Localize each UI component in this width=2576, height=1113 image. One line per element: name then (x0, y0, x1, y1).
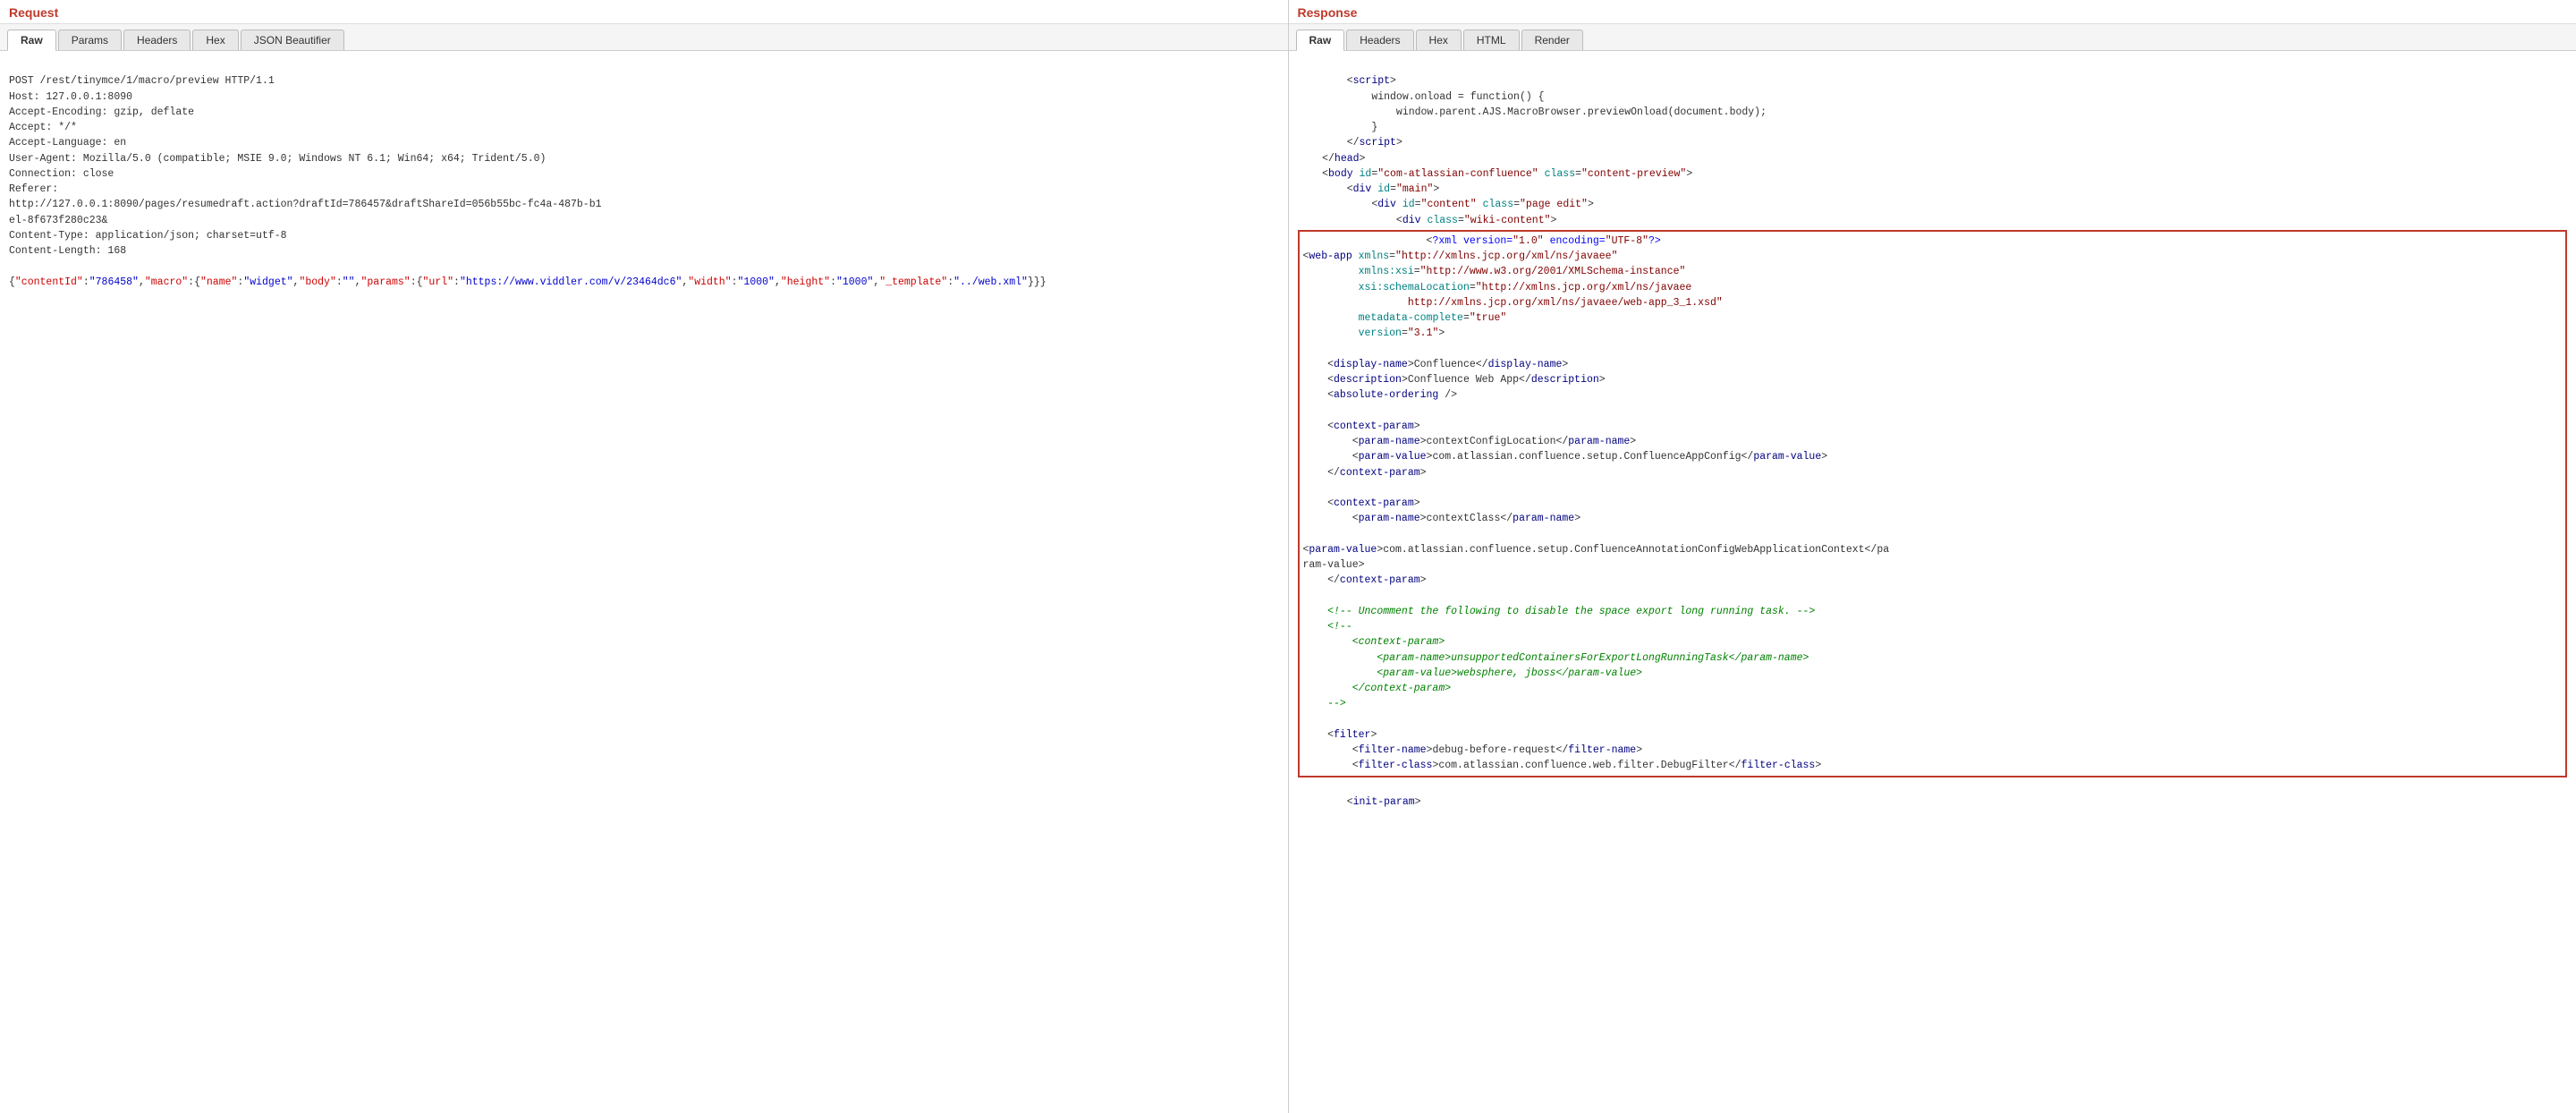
request-tabs-row: Raw Params Headers Hex JSON Beautifier (0, 24, 1288, 51)
response-post-highlight: <init-param> (1298, 796, 1421, 808)
response-pre-highlight: <script> window.onload = function() { wi… (1298, 75, 1767, 225)
tab-raw-response[interactable]: Raw (1296, 30, 1345, 51)
response-highlighted-block: <?xml version="1.0" encoding="UTF-8"?> <… (1298, 230, 2568, 777)
tab-hex-request[interactable]: Hex (192, 30, 238, 50)
tab-params-request[interactable]: Params (58, 30, 122, 50)
response-panel-title: Response (1289, 0, 2576, 24)
tab-hex-response[interactable]: Hex (1416, 30, 1462, 50)
tab-html-response[interactable]: HTML (1463, 30, 1520, 50)
response-tabs-row: Raw Headers Hex HTML Render (1289, 24, 2576, 51)
response-content-area: <script> window.onload = function() { wi… (1289, 51, 2576, 1113)
request-line-1: POST /rest/tinymce/1/macro/preview HTTP/… (9, 75, 602, 257)
request-content-area: POST /rest/tinymce/1/macro/preview HTTP/… (0, 51, 1288, 1113)
request-panel-title: Request (0, 0, 1288, 24)
tab-raw-request[interactable]: Raw (7, 30, 56, 51)
response-panel: Response Raw Headers Hex HTML Render <sc… (1289, 0, 2576, 1113)
tab-json-beautifier-request[interactable]: JSON Beautifier (241, 30, 344, 50)
request-json-body: {"contentId":"786458","macro":{"name":"w… (9, 276, 1046, 288)
tab-headers-response[interactable]: Headers (1346, 30, 1413, 50)
tab-headers-request[interactable]: Headers (123, 30, 191, 50)
tab-render-response[interactable]: Render (1521, 30, 1583, 50)
request-panel: Request Raw Params Headers Hex JSON Beau… (0, 0, 1289, 1113)
